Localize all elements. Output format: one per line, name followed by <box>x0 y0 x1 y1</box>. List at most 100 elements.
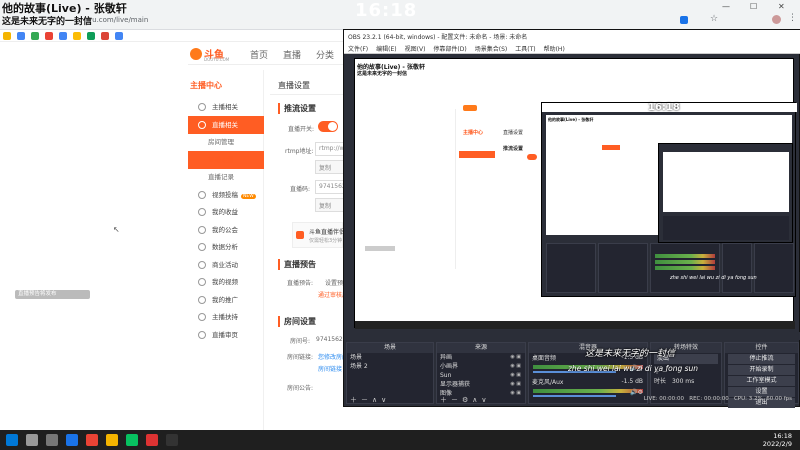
room-link-label: 房间链接: <box>287 354 314 361</box>
bookmark-icon[interactable] <box>59 32 67 40</box>
bookmark-icon[interactable] <box>73 32 81 40</box>
obs-menu-item[interactable]: 视图(V) <box>405 46 426 53</box>
copy-code-button[interactable]: 复制 <box>315 198 345 212</box>
submenu-item[interactable]: 房间管理 <box>188 133 264 151</box>
mixer-channel-name: 桌面音频 <box>532 355 557 362</box>
visibility-lock-icon[interactable]: ◉ ▣ <box>510 371 521 380</box>
source-item[interactable]: 小画界 ◉ ▣ <box>437 362 525 371</box>
preview-panel-title: 直播设置 <box>503 130 524 136</box>
bookmark-icon[interactable] <box>101 32 109 40</box>
code-field[interactable]: 9741562 <box>315 180 345 194</box>
visibility-lock-icon[interactable]: ◉ ▣ <box>510 380 521 389</box>
douyu-logo[interactable]: 斗鱼 DOUYU.COM <box>190 46 232 62</box>
chrome-icon[interactable] <box>86 434 98 446</box>
visibility-lock-icon[interactable]: ◉ ▣ <box>510 353 521 362</box>
source-item[interactable]: 显示器捕获 ◉ ▣ <box>437 380 525 389</box>
maximize-icon[interactable]: ☐ <box>750 2 757 11</box>
menu-label: 直播记录 <box>208 173 234 181</box>
bookmark-icon[interactable] <box>87 32 95 40</box>
obs-control-button[interactable]: 工作室模式 <box>728 376 795 386</box>
menu-item[interactable]: 直播审页 <box>188 326 264 344</box>
preview-value[interactable]: 设置预 <box>325 278 343 287</box>
section-preview: 直播预告 <box>278 259 316 270</box>
extension-icon[interactable] <box>680 16 688 24</box>
bookmark-icon[interactable] <box>115 32 123 40</box>
promo-card[interactable]: 斗鱼直播伴侣 仅需轻松3分钟 <box>292 222 346 248</box>
controls-header: 控件 <box>725 343 798 353</box>
menu-label: 视频投稿 <box>212 190 238 199</box>
minimize-icon[interactable]: — <box>722 2 730 11</box>
folder-icon[interactable] <box>106 434 118 446</box>
windows-icon[interactable] <box>6 434 18 446</box>
menu-label: 直播审页 <box>212 330 238 339</box>
duration-row: 时长 300 ms <box>651 377 721 386</box>
menu-icon[interactable]: ⋮ <box>788 13 797 23</box>
obs-control-button[interactable]: 开始录制 <box>728 365 795 375</box>
music-icon[interactable] <box>146 434 158 446</box>
wechat-icon[interactable] <box>126 434 138 446</box>
obs-menu-item[interactable]: 帮助(H) <box>544 46 565 53</box>
nested-lyric: zhe shi wei lai wu zi di ya fong sun <box>670 275 757 281</box>
menu-label: 直播相关 <box>212 120 238 129</box>
menu-item[interactable]: 主播相关 <box>188 98 264 116</box>
obs-menu-item[interactable]: 编辑(E) <box>376 46 396 53</box>
menu-item[interactable]: 我的推广 <box>188 291 264 309</box>
briefcase-icon <box>198 260 206 269</box>
edge-icon[interactable] <box>66 434 78 446</box>
source-item[interactable]: 异画 ◉ ▣ <box>437 353 525 362</box>
scene-item[interactable]: 场景 2 <box>347 362 433 371</box>
nested-clock: 16:18 <box>648 102 680 113</box>
duration-value[interactable]: 300 ms <box>672 378 694 385</box>
menu-item[interactable]: 数据分析 <box>188 238 264 256</box>
address-bar[interactable]: yu.com/live/main <box>60 14 620 28</box>
bookmark-icon[interactable] <box>3 32 11 40</box>
copy-rtmp-button[interactable]: 复制 <box>315 160 345 174</box>
live-toggle[interactable] <box>318 121 338 132</box>
nav-live[interactable]: 直播 <box>283 48 301 61</box>
room-link[interactable]: 房间链接 <box>318 364 342 373</box>
obs-preview[interactable]: 他的故事(Live) - 张敬轩 这是未来无字的一封信 主播中心 直播设置 推流… <box>354 58 797 329</box>
bookmark-icon[interactable] <box>45 32 53 40</box>
search-icon[interactable] <box>26 434 38 446</box>
guild-icon <box>198 225 206 234</box>
source-item[interactable]: Sun ◉ ▣ <box>437 371 525 380</box>
submenu-item[interactable]: 直播设置 <box>188 150 264 169</box>
bookmark-icon[interactable] <box>31 32 39 40</box>
nav-category[interactable]: 分类 <box>316 48 334 61</box>
promo-play-icon <box>296 231 304 239</box>
visibility-lock-icon[interactable]: ◉ ▣ <box>510 362 521 371</box>
nav-home[interactable]: 首页 <box>250 48 268 61</box>
menu-label: 我的视频 <box>212 278 238 286</box>
menu-item[interactable]: 我的公会 <box>188 221 264 239</box>
obs-menu-item[interactable]: 场景集合(S) <box>475 46 508 53</box>
star-icon[interactable]: ☆ <box>710 14 718 24</box>
speaker-icon[interactable]: 🔊⚙ <box>630 389 643 396</box>
menu-item[interactable]: 我的收益 <box>188 203 264 221</box>
submenu-item[interactable]: 直播记录 <box>188 168 264 186</box>
nested-canvas-2 <box>663 152 789 212</box>
menu-item[interactable]: 视频投稿 NEW <box>188 186 264 204</box>
obs-menu-item[interactable]: 工具(T) <box>515 46 535 53</box>
scene-item[interactable]: 场景 <box>347 353 433 362</box>
obs-menu-item[interactable]: 文件(F) <box>348 46 368 53</box>
promo-title: 斗鱼直播伴侣 <box>309 229 346 236</box>
bookmark-icon[interactable] <box>17 32 25 40</box>
menu-item[interactable]: 直播相关 <box>188 115 264 134</box>
coin-icon <box>198 208 206 216</box>
obs-icon[interactable] <box>166 434 178 446</box>
menu-item[interactable]: 我的视频 <box>188 273 264 291</box>
status-cpu: CPU: 3.2%, 60.00 fps <box>733 396 792 402</box>
taskview-icon[interactable] <box>46 434 58 446</box>
menu-item[interactable]: 主播扶持 <box>188 308 264 326</box>
menu-item[interactable]: 商业活动 <box>188 256 264 274</box>
obs-menu-bar: 文件(F) 编辑(E) 视图(V) 停靠部件(D) 场景集合(S) 工具(T) 帮助(H) <box>344 42 800 54</box>
close-icon[interactable]: ✕ <box>778 2 785 11</box>
menu-label: 我的收益 <box>212 208 238 216</box>
rtmp-field[interactable]: rtmp://w <box>315 142 345 156</box>
obs-menu-item[interactable]: 停靠部件(D) <box>433 46 466 53</box>
taskbar-clock[interactable]: 16:18 2022/2/9 <box>763 432 792 448</box>
profile-avatar[interactable] <box>772 15 781 24</box>
nested-obs-preview: 16:18 他的故事(Live) - 张敬轩 zhe shi wei lai w… <box>541 102 797 297</box>
obs-control-button[interactable]: 停止推流 <box>728 354 795 364</box>
menu-label: 商业活动 <box>212 260 238 269</box>
